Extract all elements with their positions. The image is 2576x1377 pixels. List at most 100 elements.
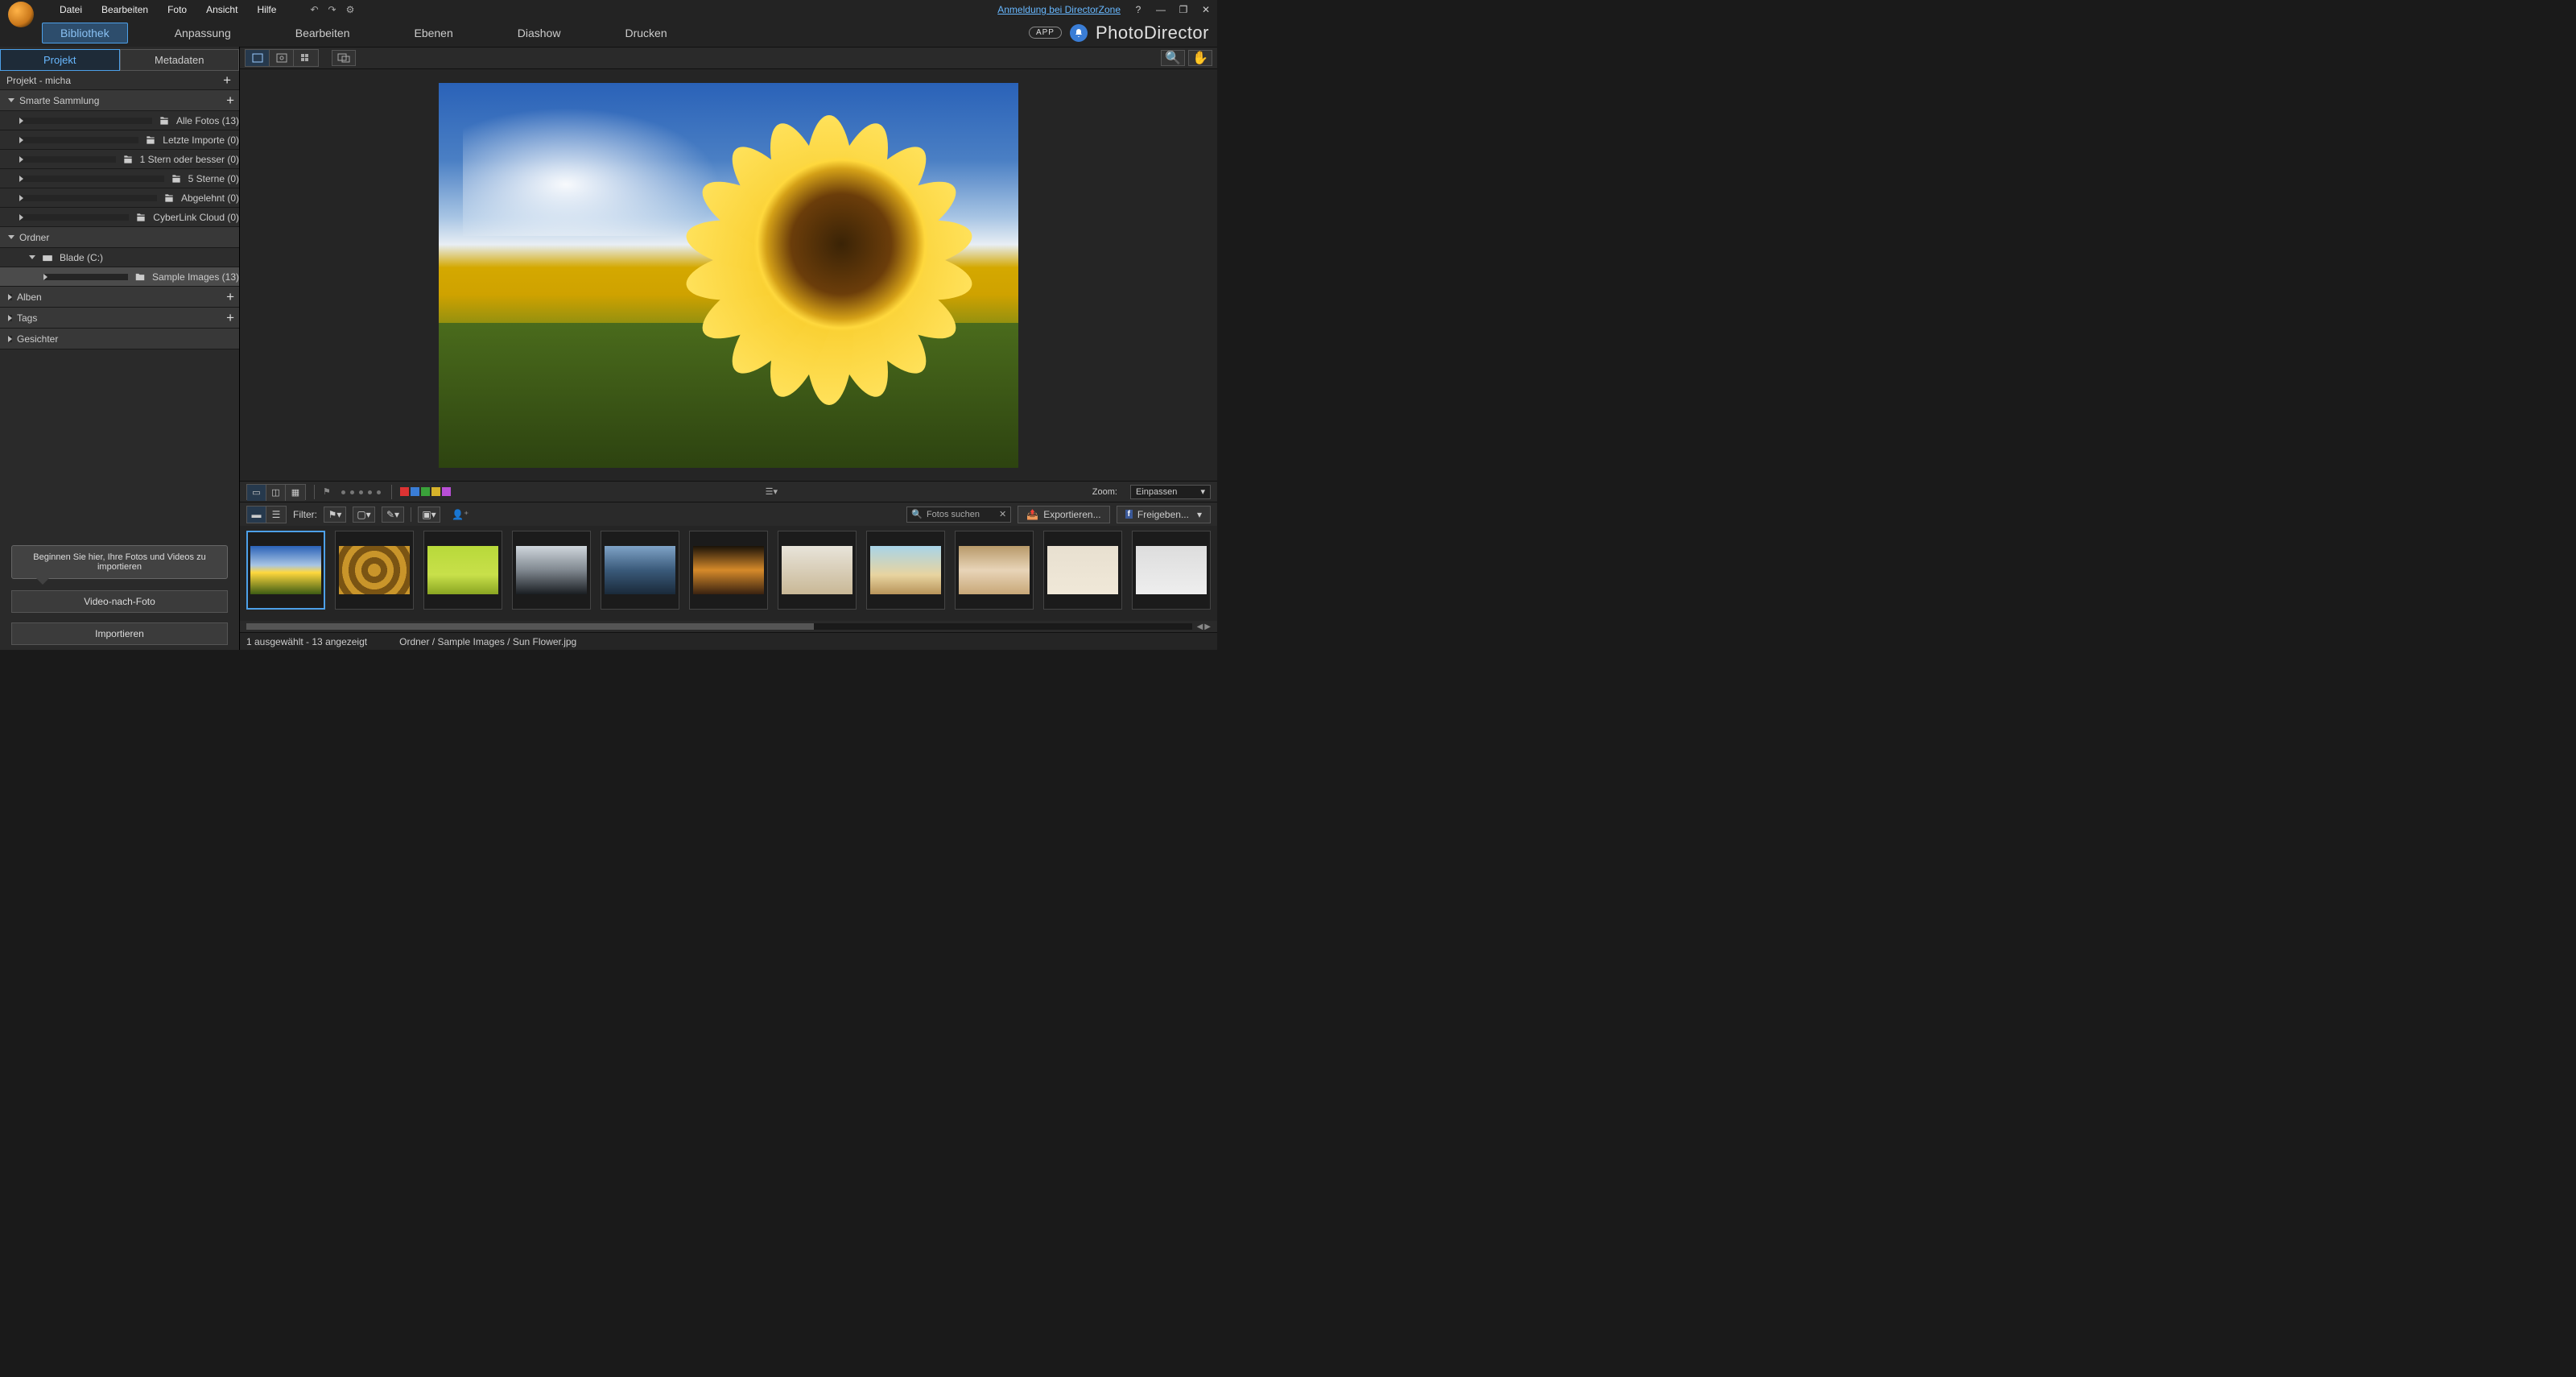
- section-faces[interactable]: Gesichter: [0, 329, 239, 349]
- thumbnail[interactable]: [246, 531, 325, 610]
- tree-sample-images[interactable]: Sample Images (13): [0, 267, 239, 287]
- thumbnail[interactable]: [689, 531, 768, 610]
- face-tag-icon[interactable]: 👤⁺: [452, 509, 469, 520]
- section-tags[interactable]: Tags +: [0, 308, 239, 329]
- thumbnail[interactable]: [778, 531, 857, 610]
- close-icon[interactable]: ✕: [1199, 3, 1212, 16]
- color-labels[interactable]: [400, 487, 451, 496]
- filmstrip[interactable]: [240, 526, 1217, 621]
- filter-square-icon[interactable]: ▢▾: [353, 507, 375, 523]
- directorzone-link[interactable]: Anmeldung bei DirectorZone: [997, 4, 1121, 15]
- thumbnail[interactable]: [1043, 531, 1122, 610]
- search-input[interactable]: 🔍 Fotos suchen ✕: [906, 507, 1011, 523]
- add-tag-icon[interactable]: +: [226, 310, 234, 326]
- pan-tool-icon[interactable]: ✋: [1188, 50, 1212, 66]
- bell-icon[interactable]: [1070, 24, 1088, 42]
- view-grid-icon[interactable]: [294, 50, 318, 66]
- color-swatch[interactable]: [411, 487, 419, 496]
- filter-brush-icon[interactable]: ✎▾: [382, 507, 404, 523]
- menu-photo[interactable]: Foto: [158, 4, 196, 15]
- import-button[interactable]: Importieren: [11, 622, 228, 645]
- filter-flag-icon[interactable]: ⚑▾: [324, 507, 346, 523]
- tab-print[interactable]: Drucken: [607, 23, 684, 43]
- tab-adjust[interactable]: Anpassung: [157, 23, 249, 43]
- color-swatch[interactable]: [442, 487, 451, 496]
- section-folder[interactable]: Ordner: [0, 227, 239, 248]
- smart-item[interactable]: Letzte Importe (0): [0, 130, 239, 150]
- collection-icon: [122, 154, 134, 165]
- thumbnail[interactable]: [423, 531, 502, 610]
- tree-drive[interactable]: Blade (C:): [0, 248, 239, 267]
- help-icon[interactable]: ?: [1132, 3, 1145, 16]
- secondary-display-icon[interactable]: [332, 50, 356, 66]
- thumbnail-image: [1047, 546, 1118, 594]
- add-smart-icon[interactable]: +: [226, 93, 234, 109]
- tab-slideshow[interactable]: Diashow: [500, 23, 579, 43]
- menu-view[interactable]: Ansicht: [196, 4, 247, 15]
- smart-item[interactable]: Alle Fotos (13): [0, 111, 239, 130]
- gear-icon[interactable]: ⚙: [346, 4, 355, 15]
- color-swatch[interactable]: [400, 487, 409, 496]
- filmstrip-scrollbar[interactable]: ◀▶: [240, 621, 1217, 632]
- strip-horiz-icon[interactable]: ▬: [247, 507, 266, 523]
- sort-icon[interactable]: ☰▾: [766, 486, 778, 497]
- menu-edit[interactable]: Bearbeiten: [92, 4, 158, 15]
- folder-icon: [134, 271, 146, 283]
- smart-item[interactable]: 5 Sterne (0): [0, 169, 239, 188]
- nav-prev-icon[interactable]: ◀: [1197, 622, 1203, 631]
- thumbnail-image: [427, 546, 498, 594]
- preview-area[interactable]: [240, 69, 1217, 481]
- thumbnail[interactable]: [1132, 531, 1211, 610]
- project-row[interactable]: Projekt - micha +: [0, 71, 239, 90]
- thumbnail[interactable]: [335, 531, 414, 610]
- zoom-tool-icon[interactable]: 🔍: [1161, 50, 1185, 66]
- smart-item-label: 1 Stern oder besser (0): [140, 154, 239, 165]
- export-button[interactable]: 📤 Exportieren...: [1018, 506, 1109, 523]
- section-albums[interactable]: Alben +: [0, 287, 239, 308]
- thumbnail[interactable]: [955, 531, 1034, 610]
- zoom-select[interactable]: Einpassen▾: [1130, 485, 1211, 499]
- tab-project[interactable]: Projekt: [0, 49, 120, 71]
- preview-image: [439, 83, 1018, 468]
- nav-next-icon[interactable]: ▶: [1204, 622, 1211, 631]
- view-single-icon[interactable]: [246, 50, 270, 66]
- menu-file[interactable]: Datei: [50, 4, 92, 15]
- app-title: PhotoDirector: [1096, 23, 1209, 43]
- strip-list-icon[interactable]: ☰: [266, 507, 286, 523]
- layout-c-icon[interactable]: ▦: [286, 485, 305, 501]
- menu-help[interactable]: Hilfe: [247, 4, 286, 15]
- share-button[interactable]: f Freigeben... ▾: [1117, 506, 1211, 523]
- maximize-icon[interactable]: ❐: [1177, 3, 1190, 16]
- layout-b-icon[interactable]: ◫: [266, 485, 286, 501]
- stack-icon[interactable]: ▣▾: [418, 507, 440, 523]
- smart-item[interactable]: Abgelehnt (0): [0, 188, 239, 208]
- undo-icon[interactable]: ↶: [310, 4, 318, 15]
- tab-layers[interactable]: Ebenen: [396, 23, 470, 43]
- smart-item[interactable]: 1 Stern oder besser (0): [0, 150, 239, 169]
- app-badge[interactable]: APP: [1029, 27, 1062, 39]
- clear-search-icon[interactable]: ✕: [999, 509, 1006, 519]
- add-album-icon[interactable]: +: [226, 289, 234, 305]
- status-bar: 1 ausgewählt - 13 angezeigt Ordner / Sam…: [240, 632, 1217, 650]
- add-project-icon[interactable]: +: [223, 72, 231, 89]
- flag-icon[interactable]: ⚑: [323, 486, 331, 497]
- view-compare-icon[interactable]: [270, 50, 294, 66]
- tab-library[interactable]: Bibliothek: [42, 23, 128, 43]
- module-tabs: Bibliothek Anpassung Bearbeiten Ebenen D…: [0, 19, 1217, 47]
- action-bar: ▬ ☰ Filter: ⚑▾ ▢▾ ✎▾ ▣▾ 👤⁺ 🔍 Fotos suche…: [240, 502, 1217, 526]
- smart-item[interactable]: CyberLink Cloud (0): [0, 208, 239, 227]
- tab-metadata[interactable]: Metadaten: [120, 49, 240, 71]
- redo-icon[interactable]: ↷: [328, 4, 336, 15]
- color-swatch[interactable]: [421, 487, 430, 496]
- minimize-icon[interactable]: —: [1154, 3, 1167, 16]
- thumbnail[interactable]: [601, 531, 679, 610]
- rating-dots[interactable]: [339, 487, 383, 497]
- section-smart[interactable]: Smarte Sammlung +: [0, 90, 239, 111]
- thumbnail[interactable]: [512, 531, 591, 610]
- tab-edit[interactable]: Bearbeiten: [278, 23, 368, 43]
- layout-a-icon[interactable]: ▭: [247, 485, 266, 501]
- thumbnail[interactable]: [866, 531, 945, 610]
- drive-label: Blade (C:): [60, 252, 103, 263]
- video-to-photo-button[interactable]: Video-nach-Foto: [11, 590, 228, 613]
- color-swatch[interactable]: [431, 487, 440, 496]
